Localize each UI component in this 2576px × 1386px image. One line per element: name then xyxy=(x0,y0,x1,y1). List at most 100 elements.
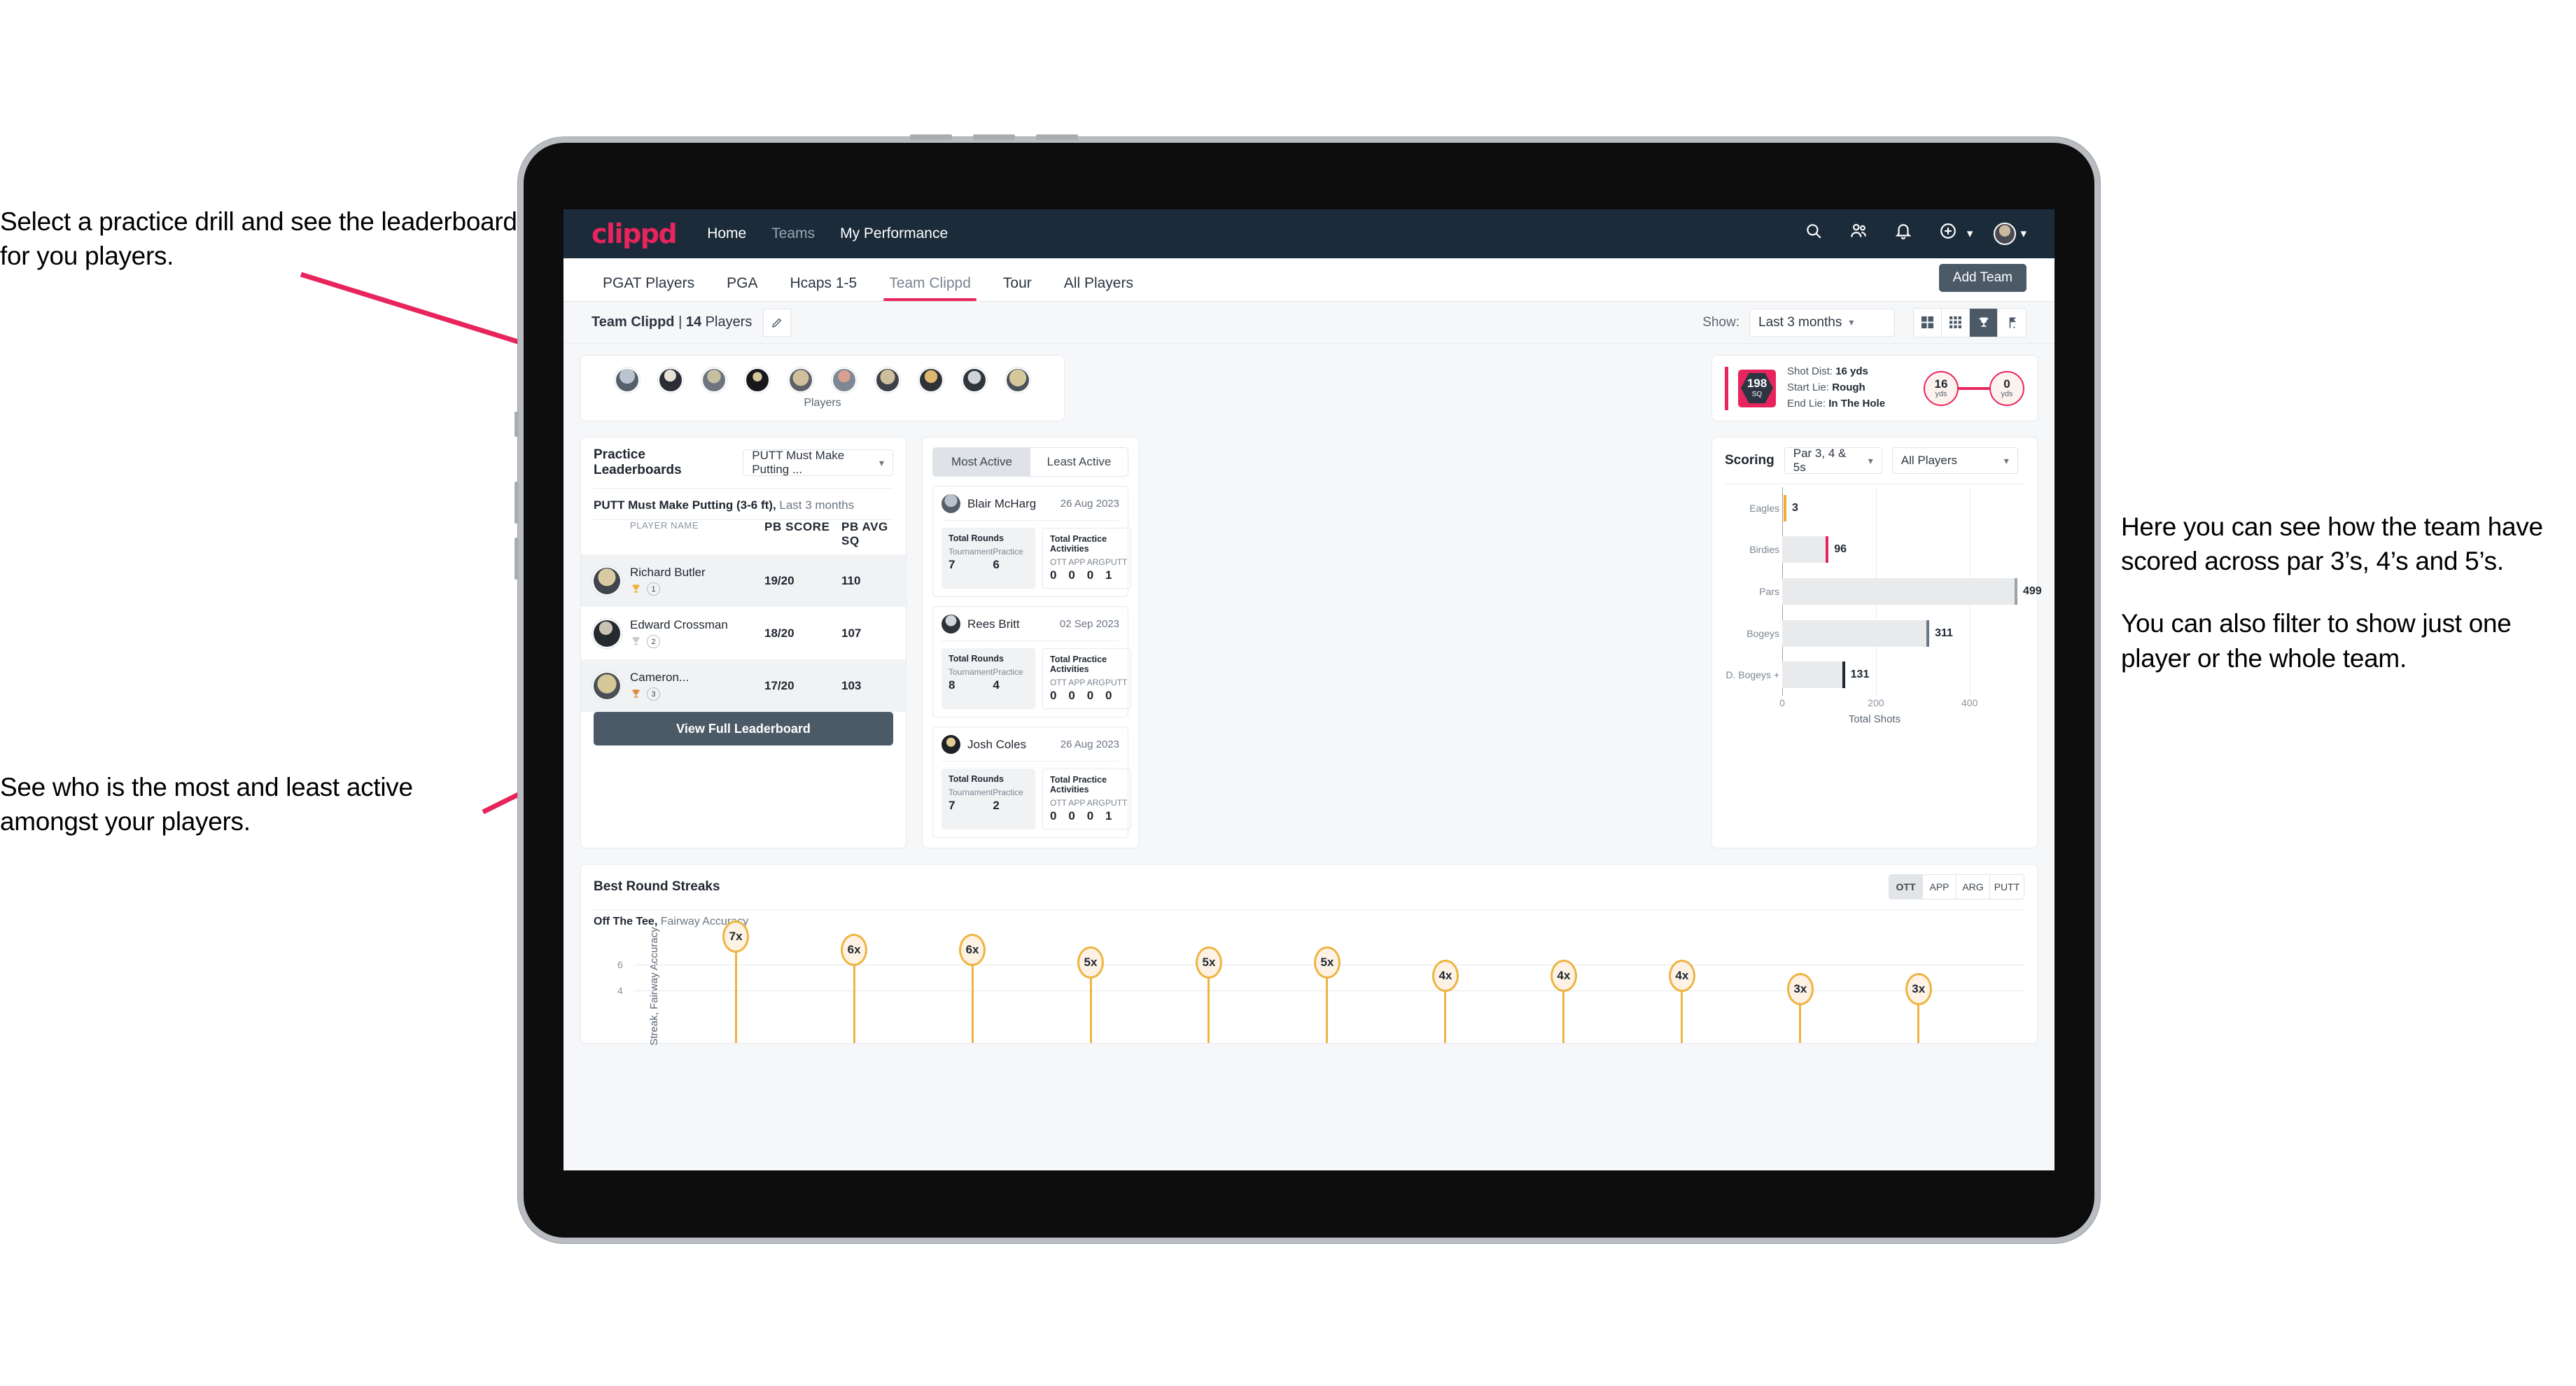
y-axis-label: Eagles xyxy=(1749,502,1779,514)
tab-pga[interactable]: PGA xyxy=(715,275,769,301)
streak-marker[interactable]: 3x xyxy=(1905,972,1932,1005)
total-practice-values: OTT 0 APP 0 ARG 0 PUTT 0 xyxy=(1050,678,1127,703)
add-team-button[interactable]: Add Team xyxy=(1938,264,2026,292)
par-select[interactable]: Par 3, 4 & 5s ▾ xyxy=(1784,447,1882,474)
streak-marker[interactable]: 4x xyxy=(1550,960,1577,992)
putt-value: 1 xyxy=(1105,809,1112,822)
chevron-down-icon-profile[interactable]: ▾ xyxy=(2020,227,2026,241)
toggle-app[interactable]: APP xyxy=(1923,875,1956,899)
tournament-label: Tournament xyxy=(948,788,993,797)
streak-marker[interactable]: 4x xyxy=(1432,960,1459,992)
tournament-value: 8 xyxy=(948,678,955,692)
tournament-stat: Tournament 7 xyxy=(948,547,993,572)
player-avatar[interactable] xyxy=(832,367,857,393)
grid-small-icon[interactable] xyxy=(1942,308,1970,337)
table-row[interactable]: Cameron... 3 17/20 103 xyxy=(581,659,906,712)
chart-bar xyxy=(1782,578,2016,605)
player-avatar[interactable] xyxy=(745,367,770,393)
plus-circle-icon[interactable] xyxy=(1939,222,1963,246)
bell-icon[interactable] xyxy=(1894,222,1918,246)
clippd-logo[interactable]: clippd xyxy=(592,218,678,249)
drill-select[interactable]: PUTT Must Make Putting ... ▾ xyxy=(743,449,893,476)
drill-select-value: PUTT Must Make Putting ... xyxy=(752,449,845,476)
edit-team-button[interactable] xyxy=(763,308,792,337)
practice-stat: Practice 6 xyxy=(993,547,1028,572)
view-full-leaderboard-button[interactable]: View Full Leaderboard xyxy=(594,712,893,746)
player-avatar[interactable] xyxy=(918,367,944,393)
ott-label: OTT xyxy=(1050,557,1067,567)
show-period-select[interactable]: Last 3 months ▾ xyxy=(1749,308,1895,337)
tab-most-active[interactable]: Most Active xyxy=(933,448,1030,476)
streaks-header: Best Round Streaks OTT APP ARG PUTT xyxy=(581,864,2037,909)
shot-end-unit: yds xyxy=(2001,390,2013,398)
player-avatar[interactable] xyxy=(962,367,987,393)
leaderboard-period: Last 3 months xyxy=(776,498,855,512)
activity-stats: Total Rounds Tournament 8 Practice 4 Tot… xyxy=(941,648,1132,709)
player-avatar[interactable] xyxy=(788,367,813,393)
y-axis-label: Birdies xyxy=(1749,544,1779,556)
ott-stat: OTT 0 xyxy=(1050,557,1068,582)
streak-marker[interactable]: 5x xyxy=(1313,946,1340,979)
avatar[interactable] xyxy=(1994,223,2017,245)
shot-quality-unit: SQ xyxy=(1751,390,1763,398)
streak-marker[interactable]: 6x xyxy=(959,933,986,966)
best-round-streaks-card: Best Round Streaks OTT APP ARG PUTT Off … xyxy=(580,864,2038,1046)
streak-marker[interactable]: 7x xyxy=(722,920,750,953)
trophy-icon[interactable] xyxy=(1970,308,1998,337)
show-period-value: Last 3 months xyxy=(1758,314,1842,330)
pencil-icon xyxy=(772,318,782,328)
nav-home[interactable]: Home xyxy=(707,225,746,242)
streaks-title: Best Round Streaks xyxy=(594,879,720,894)
search-icon[interactable] xyxy=(1805,222,1828,246)
trophy-icon xyxy=(631,584,640,593)
player-avatar[interactable] xyxy=(875,367,900,393)
chevron-down-icon: ▾ xyxy=(2003,454,2009,466)
list-item[interactable]: Josh Coles 26 Aug 2023 Total Rounds Tour… xyxy=(932,727,1132,838)
player-rank: 3 xyxy=(647,687,660,701)
arg-stat: ARG 0 xyxy=(1087,798,1105,823)
tab-all-players[interactable]: All Players xyxy=(1053,275,1144,301)
tab-least-active[interactable]: Least Active xyxy=(1030,448,1128,476)
toggle-arg[interactable]: ARG xyxy=(1956,875,1990,899)
streak-stem xyxy=(1208,977,1210,1043)
shot-quality-value: 198 xyxy=(1746,376,1768,390)
toggle-ott[interactable]: OTT xyxy=(1889,875,1923,899)
list-item[interactable]: Rees Britt 02 Sep 2023 Total Rounds Tour… xyxy=(932,606,1132,718)
list-item[interactable]: Blair McHarg 26 Aug 2023 Total Rounds To… xyxy=(932,486,1132,597)
table-row[interactable]: Edward Crossman 2 18/20 107 xyxy=(581,607,906,659)
flag-icon[interactable] xyxy=(1998,309,2026,337)
chart-gridline xyxy=(634,990,2024,991)
player-avatar[interactable] xyxy=(615,367,640,393)
player-filter-select[interactable]: All Players ▾ xyxy=(1891,447,2018,474)
grid-large-icon[interactable] xyxy=(1914,308,1942,337)
streak-marker[interactable]: 3x xyxy=(1786,972,1814,1005)
arg-value: 0 xyxy=(1086,568,1094,582)
player-avatar[interactable] xyxy=(1005,367,1030,393)
avatar xyxy=(594,567,620,594)
leaderboard-header: Practice Leaderboards PUTT Must Make Put… xyxy=(581,438,906,488)
streak-marker[interactable]: 5x xyxy=(1077,946,1105,979)
chevron-down-icon: ▾ xyxy=(1849,316,1854,328)
table-row[interactable]: Richard Butler 1 19/20 110 xyxy=(581,554,906,607)
people-icon[interactable] xyxy=(1849,222,1873,246)
streak-marker[interactable]: 4x xyxy=(1668,960,1695,992)
streak-marker[interactable]: 6x xyxy=(841,933,868,966)
chart-bar xyxy=(1782,620,1928,647)
nav-my-performance[interactable]: My Performance xyxy=(840,225,948,242)
nav-teams[interactable]: Teams xyxy=(771,225,815,242)
tab-hcaps-1-5[interactable]: Hcaps 1-5 xyxy=(778,275,868,301)
y-axis-label: Bogeys xyxy=(1746,627,1779,639)
chevron-down-icon-add[interactable]: ▾ xyxy=(1967,227,1973,241)
player-avatar[interactable] xyxy=(658,367,683,393)
divider xyxy=(941,640,1119,641)
streak-stem xyxy=(1326,977,1329,1043)
tab-team-clippd[interactable]: Team Clippd xyxy=(878,275,982,301)
chart-bar-cap xyxy=(1784,494,1786,522)
streak-marker[interactable]: 5x xyxy=(1195,946,1222,979)
toggle-putt[interactable]: PUTT xyxy=(1990,875,2024,899)
tab-pgat-players[interactable]: PGAT Players xyxy=(592,275,706,301)
player-avatar[interactable] xyxy=(701,367,727,393)
device-button-top-2 xyxy=(973,134,1015,140)
tab-tour[interactable]: Tour xyxy=(992,275,1043,301)
streaks-metric-name: Off The Tee, xyxy=(594,916,658,927)
